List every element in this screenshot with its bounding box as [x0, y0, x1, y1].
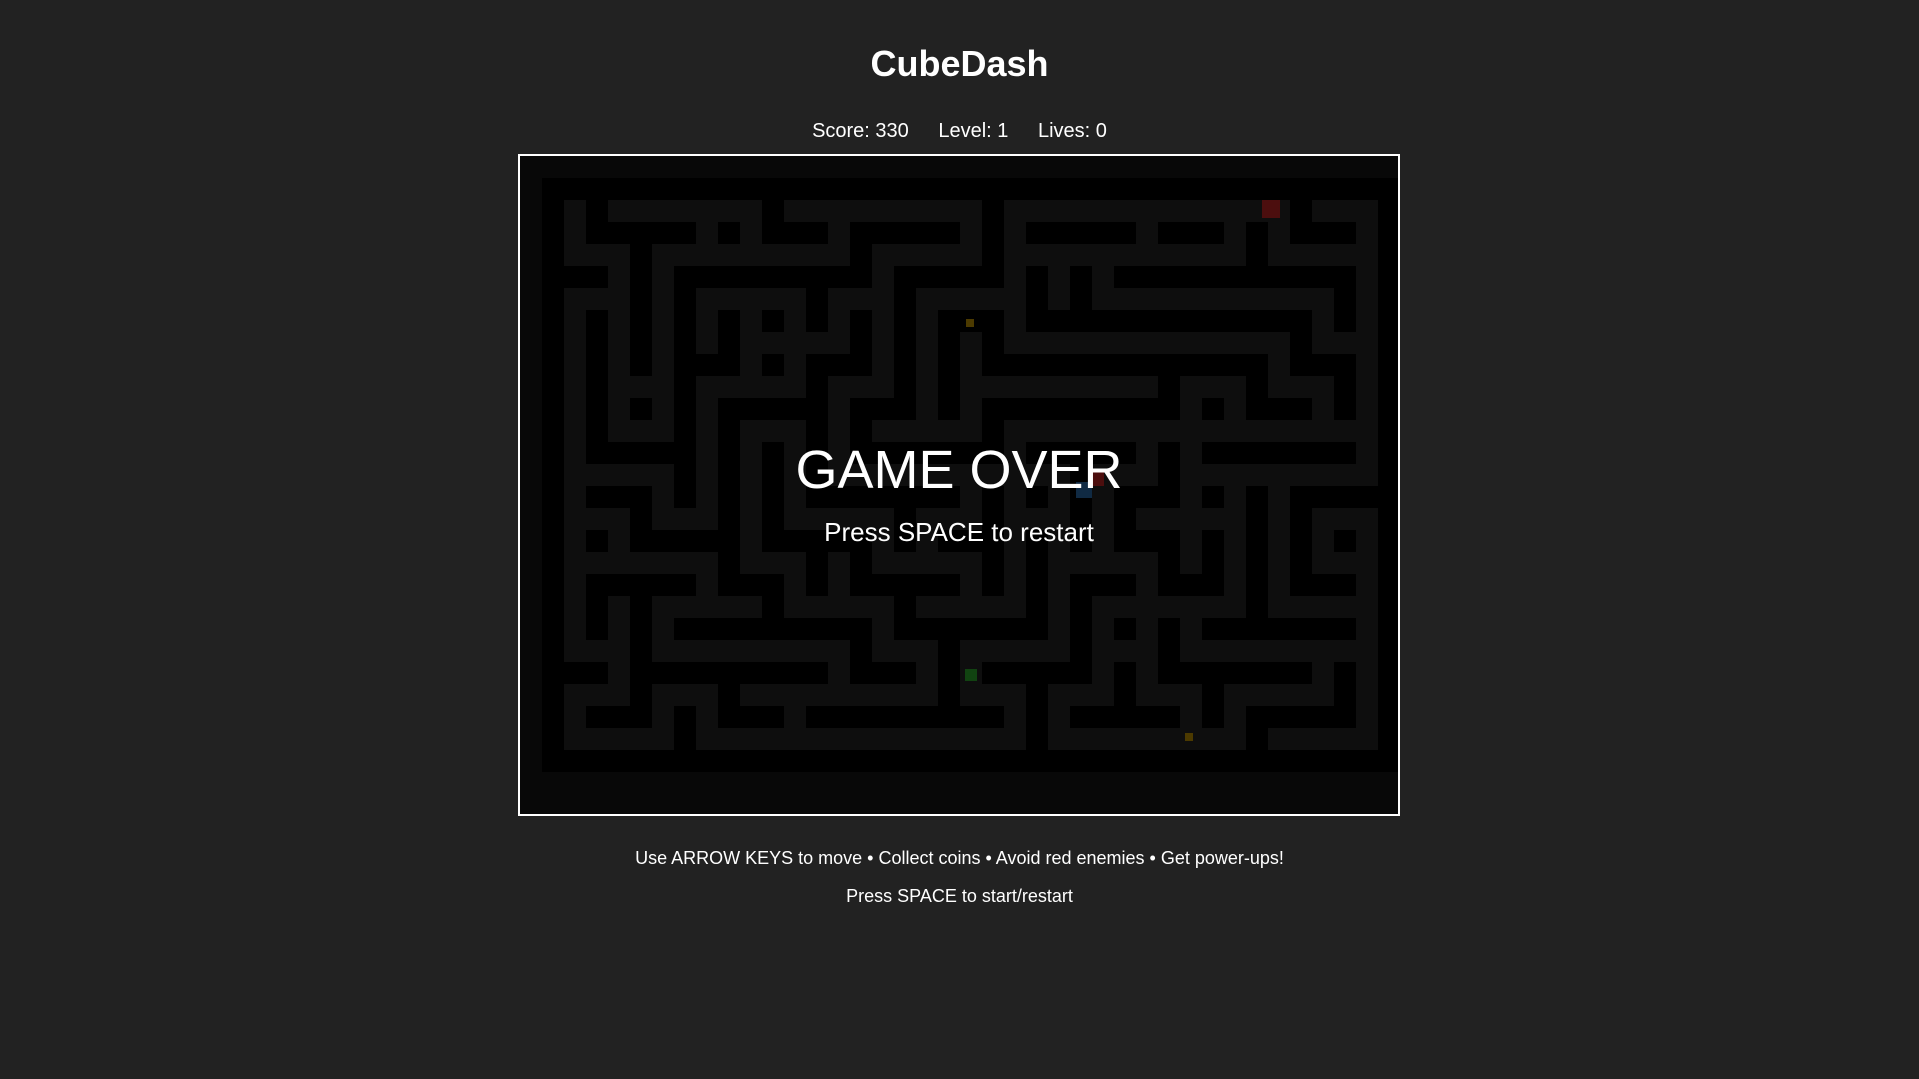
restart-hint: Press SPACE to restart: [824, 517, 1094, 547]
game-title: CubeDash: [870, 43, 1049, 84]
hud: Score: 330 Level: 1 Lives: 0: [0, 118, 1919, 144]
score-display: Score: 330: [812, 120, 909, 142]
lives-display: Lives: 0: [1037, 120, 1107, 142]
game-over-title: GAME OVER: [795, 440, 1123, 500]
game-over-overlay: GAME OVER Press SPACE to restart: [520, 156, 1398, 814]
controls-instructions: Use ARROW KEYS to move • Collect coins •…: [635, 848, 1284, 868]
level-display: Level: 1: [938, 120, 1009, 142]
game-canvas[interactable]: GAME OVER Press SPACE to restart: [518, 154, 1400, 816]
game-page: CubeDash Score: 330 Level: 1 Lives: 0 GA…: [0, 0, 1919, 1079]
start-instructions: Press SPACE to start/restart: [846, 886, 1073, 906]
